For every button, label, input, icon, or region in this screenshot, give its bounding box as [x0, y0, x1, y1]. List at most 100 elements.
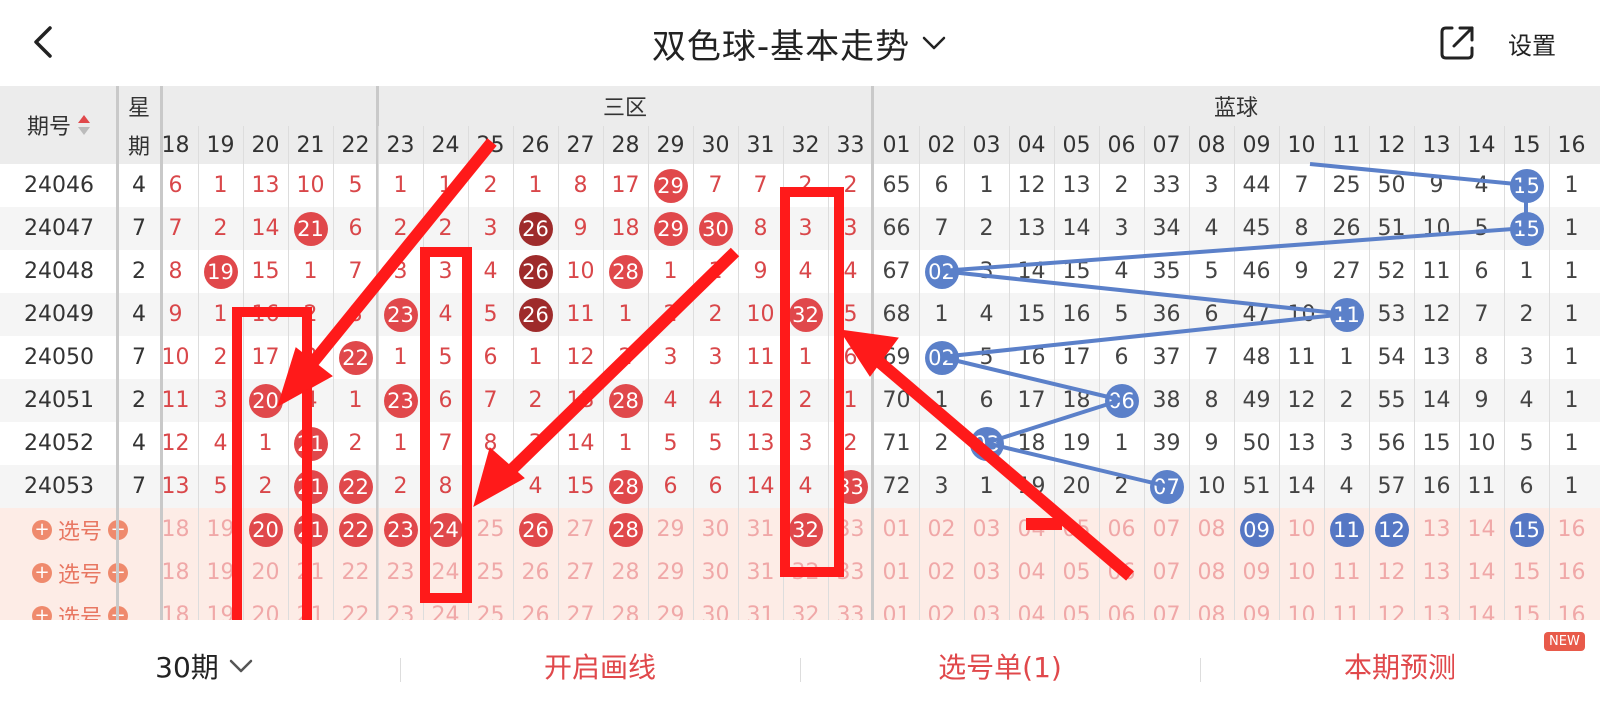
- red-pick-cell[interactable]: 20: [243, 551, 288, 594]
- red-pick-cell[interactable]: 30: [693, 551, 738, 594]
- red-pick-cell[interactable]: 25: [468, 508, 513, 551]
- blue-pick-cell[interactable]: 02: [919, 508, 964, 551]
- red-pick-cell[interactable]: 19: [198, 594, 243, 620]
- blue-pick-cell[interactable]: 04: [1009, 594, 1054, 620]
- red-pick-cell[interactable]: 21: [288, 551, 333, 594]
- red-pick-cell[interactable]: 30: [693, 508, 738, 551]
- blue-pick-cell[interactable]: 14: [1459, 551, 1504, 594]
- red-pick-cell[interactable]: 32: [783, 594, 828, 620]
- red-pick-cell[interactable]: 19: [198, 551, 243, 594]
- red-pick-cell[interactable]: 29: [648, 508, 693, 551]
- blue-pick-cell[interactable]: 11: [1324, 594, 1369, 620]
- blue-pick-cell[interactable]: 12: [1369, 594, 1414, 620]
- back-arrow-icon[interactable]: [22, 20, 66, 64]
- red-pick-cell[interactable]: 23: [378, 594, 423, 620]
- blue-pick-cell[interactable]: 13: [1414, 551, 1459, 594]
- blue-pick-cell[interactable]: 03: [964, 594, 1009, 620]
- blue-pick-cell[interactable]: 07: [1144, 508, 1189, 551]
- draw-line-button[interactable]: 开启画线: [400, 638, 800, 694]
- blue-pick-cell[interactable]: 05: [1054, 594, 1099, 620]
- red-pick-cell[interactable]: 32: [783, 508, 828, 551]
- blue-pick-cell[interactable]: 06: [1099, 508, 1144, 551]
- blue-pick-cell[interactable]: 05: [1054, 551, 1099, 594]
- red-pick-cell[interactable]: 33: [828, 551, 873, 594]
- issue-sort-header[interactable]: 期号: [0, 86, 118, 164]
- blue-pick-cell[interactable]: 09: [1234, 594, 1279, 620]
- blue-pick-cell[interactable]: 10: [1279, 594, 1324, 620]
- red-pick-cell[interactable]: 31: [738, 594, 783, 620]
- blue-pick-cell[interactable]: 06: [1099, 594, 1144, 620]
- blue-pick-cell[interactable]: 15: [1504, 594, 1549, 620]
- title-dropdown[interactable]: 双色球-基本走势: [652, 19, 948, 68]
- red-pick-cell[interactable]: 32: [783, 551, 828, 594]
- red-pick-cell[interactable]: 33: [828, 508, 873, 551]
- blue-pick-cell[interactable]: 03: [964, 551, 1009, 594]
- red-pick-cell[interactable]: 30: [693, 594, 738, 620]
- blue-pick-cell[interactable]: 01: [874, 551, 919, 594]
- red-pick-cell[interactable]: 21: [288, 594, 333, 620]
- red-pick-cell[interactable]: 22: [333, 594, 378, 620]
- blue-pick-cell[interactable]: 02: [919, 551, 964, 594]
- red-pick-cell[interactable]: 21: [288, 508, 333, 551]
- blue-pick-cell[interactable]: 11: [1324, 551, 1369, 594]
- red-pick-cell[interactable]: 22: [333, 551, 378, 594]
- red-pick-cell[interactable]: 23: [378, 551, 423, 594]
- predict-button[interactable]: 本期预测: [1200, 638, 1600, 694]
- blue-pick-cell[interactable]: 08: [1189, 508, 1234, 551]
- blue-pick-cell[interactable]: 16: [1549, 508, 1594, 551]
- red-pick-cell[interactable]: 27: [558, 508, 603, 551]
- red-pick-cell[interactable]: 31: [738, 508, 783, 551]
- red-pick-cell[interactable]: 33: [828, 594, 873, 620]
- blue-pick-cell[interactable]: 02: [919, 594, 964, 620]
- blue-pick-cell[interactable]: 03: [964, 508, 1009, 551]
- red-pick-cell[interactable]: 24: [423, 594, 468, 620]
- blue-pick-cell[interactable]: 07: [1144, 551, 1189, 594]
- blue-pick-cell[interactable]: 11: [1324, 508, 1369, 551]
- blue-pick-cell[interactable]: 04: [1009, 508, 1054, 551]
- red-pick-cell[interactable]: 20: [243, 594, 288, 620]
- red-pick-cell[interactable]: 26: [513, 594, 558, 620]
- blue-pick-cell[interactable]: 04: [1009, 551, 1054, 594]
- red-pick-cell[interactable]: 28: [603, 551, 648, 594]
- blue-pick-cell[interactable]: 06: [1099, 551, 1144, 594]
- red-pick-cell[interactable]: 29: [648, 594, 693, 620]
- red-pick-cell[interactable]: 22: [333, 508, 378, 551]
- period-select[interactable]: 30期: [140, 638, 270, 694]
- blue-pick-cell[interactable]: 14: [1459, 508, 1504, 551]
- red-pick-cell[interactable]: 25: [468, 594, 513, 620]
- red-pick-cell[interactable]: 28: [603, 594, 648, 620]
- blue-pick-cell[interactable]: 09: [1234, 551, 1279, 594]
- blue-pick-cell[interactable]: 08: [1189, 594, 1234, 620]
- pick-list-button[interactable]: 选号单(1): [800, 638, 1200, 694]
- blue-pick-cell[interactable]: 12: [1369, 551, 1414, 594]
- blue-pick-cell[interactable]: 15: [1504, 508, 1549, 551]
- red-pick-cell[interactable]: 19: [198, 508, 243, 551]
- blue-pick-cell[interactable]: 16: [1549, 551, 1594, 594]
- blue-pick-cell[interactable]: 09: [1234, 508, 1279, 551]
- share-icon[interactable]: [1436, 22, 1478, 64]
- blue-pick-cell[interactable]: 05: [1054, 508, 1099, 551]
- blue-pick-cell[interactable]: 07: [1144, 594, 1189, 620]
- add-icon[interactable]: +: [31, 605, 52, 620]
- add-icon[interactable]: +: [31, 519, 52, 540]
- blue-pick-cell[interactable]: 16: [1549, 594, 1594, 620]
- blue-pick-cell[interactable]: 01: [874, 594, 919, 620]
- red-pick-cell[interactable]: 24: [423, 508, 468, 551]
- red-pick-cell[interactable]: 24: [423, 551, 468, 594]
- red-pick-cell[interactable]: 25: [468, 551, 513, 594]
- red-pick-cell[interactable]: 27: [558, 594, 603, 620]
- red-pick-cell[interactable]: 28: [603, 508, 648, 551]
- blue-pick-cell[interactable]: 13: [1414, 508, 1459, 551]
- blue-pick-cell[interactable]: 08: [1189, 551, 1234, 594]
- red-pick-cell[interactable]: 26: [513, 508, 558, 551]
- blue-pick-cell[interactable]: 14: [1459, 594, 1504, 620]
- blue-pick-cell[interactable]: 13: [1414, 594, 1459, 620]
- blue-pick-cell[interactable]: 10: [1279, 508, 1324, 551]
- red-pick-cell[interactable]: 23: [378, 508, 423, 551]
- red-pick-cell[interactable]: 26: [513, 551, 558, 594]
- blue-pick-cell[interactable]: 15: [1504, 551, 1549, 594]
- blue-pick-cell[interactable]: 12: [1369, 508, 1414, 551]
- red-pick-cell[interactable]: 31: [738, 551, 783, 594]
- red-pick-cell[interactable]: 29: [648, 551, 693, 594]
- red-pick-cell[interactable]: 20: [243, 508, 288, 551]
